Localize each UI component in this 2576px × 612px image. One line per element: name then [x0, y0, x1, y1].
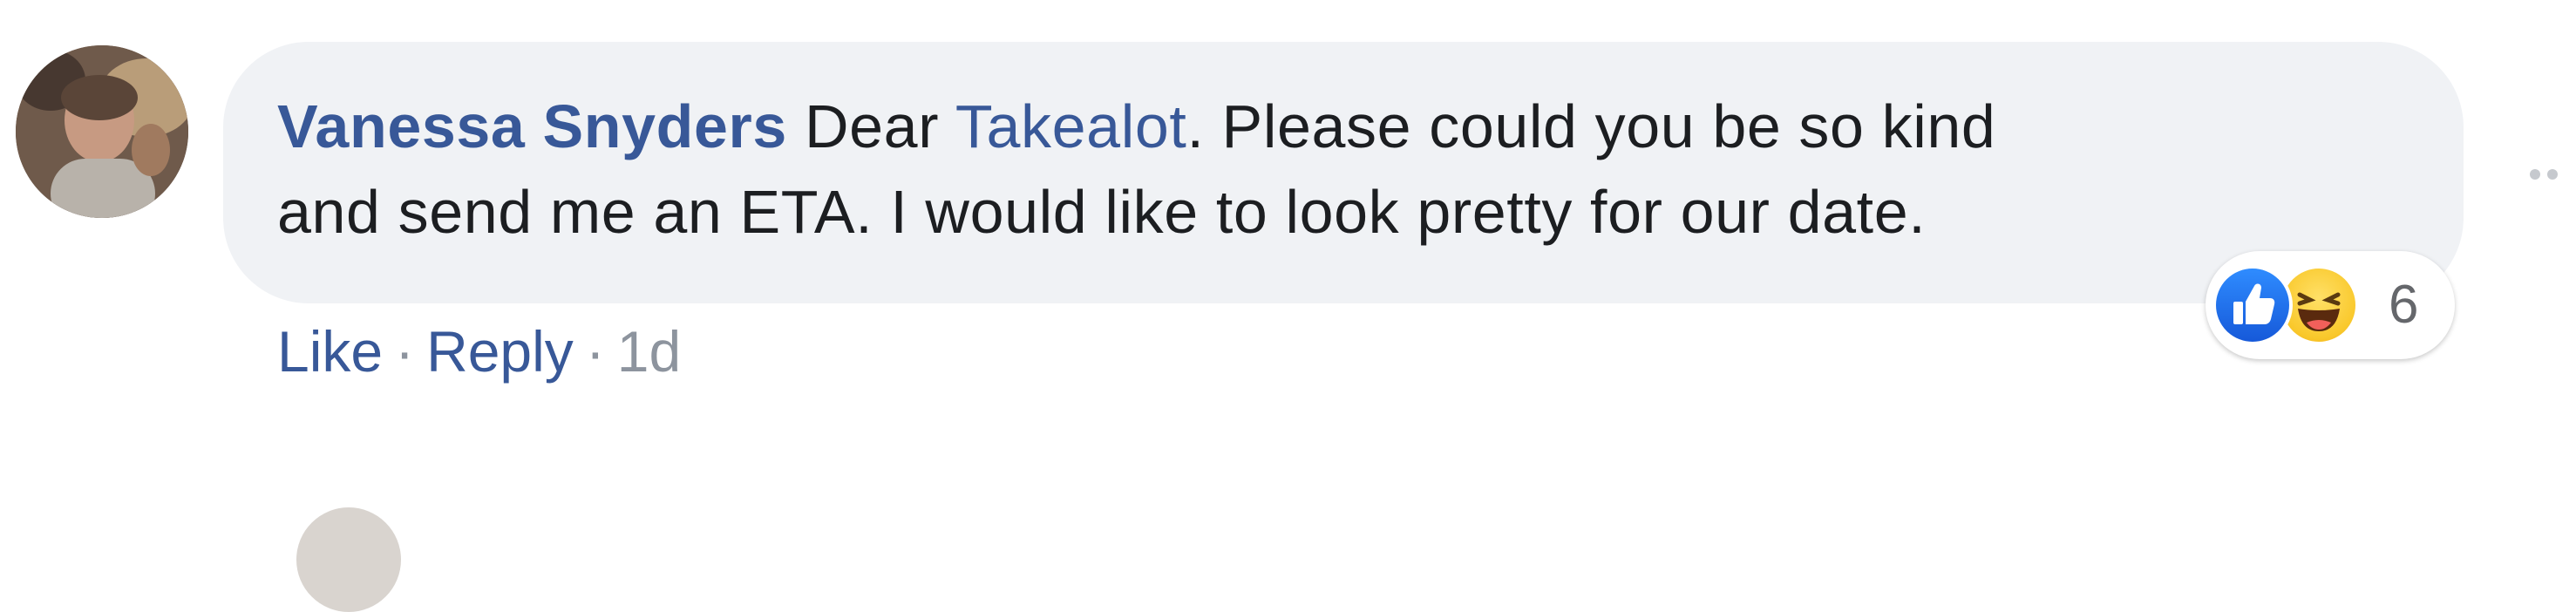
thumbs-up-icon	[2233, 283, 2275, 324]
reaction-count: 6	[2389, 275, 2419, 335]
separator-dot: ·	[395, 319, 415, 384]
more-options-icon[interactable]	[2526, 157, 2572, 192]
comment-actions: Like · Reply · 1d	[277, 312, 681, 391]
comment-row: Vanessa Snyders Dear Takealot. Please co…	[0, 0, 2576, 612]
reactions-summary[interactable]: 6	[2206, 251, 2455, 359]
avatar-photo	[16, 45, 188, 218]
next-comment-avatar	[296, 507, 401, 612]
mention-link[interactable]: Takealot	[955, 92, 1187, 160]
reply-button[interactable]: Reply	[426, 319, 574, 384]
separator-dot: ·	[585, 319, 605, 384]
comment-text-part-1: Dear	[786, 92, 955, 160]
comment-bubble: Vanessa Snyders Dear Takealot. Please co…	[223, 42, 2464, 303]
comment-timestamp[interactable]: 1d	[617, 319, 681, 384]
laughing-face-icon	[2297, 292, 2341, 331]
avatar[interactable]	[16, 45, 188, 218]
like-reaction-icon	[2212, 265, 2293, 345]
comment-author-link[interactable]: Vanessa Snyders	[277, 92, 787, 160]
comment-body: Vanessa Snyders Dear Takealot. Please co…	[277, 84, 2439, 255]
like-button[interactable]: Like	[277, 319, 383, 384]
